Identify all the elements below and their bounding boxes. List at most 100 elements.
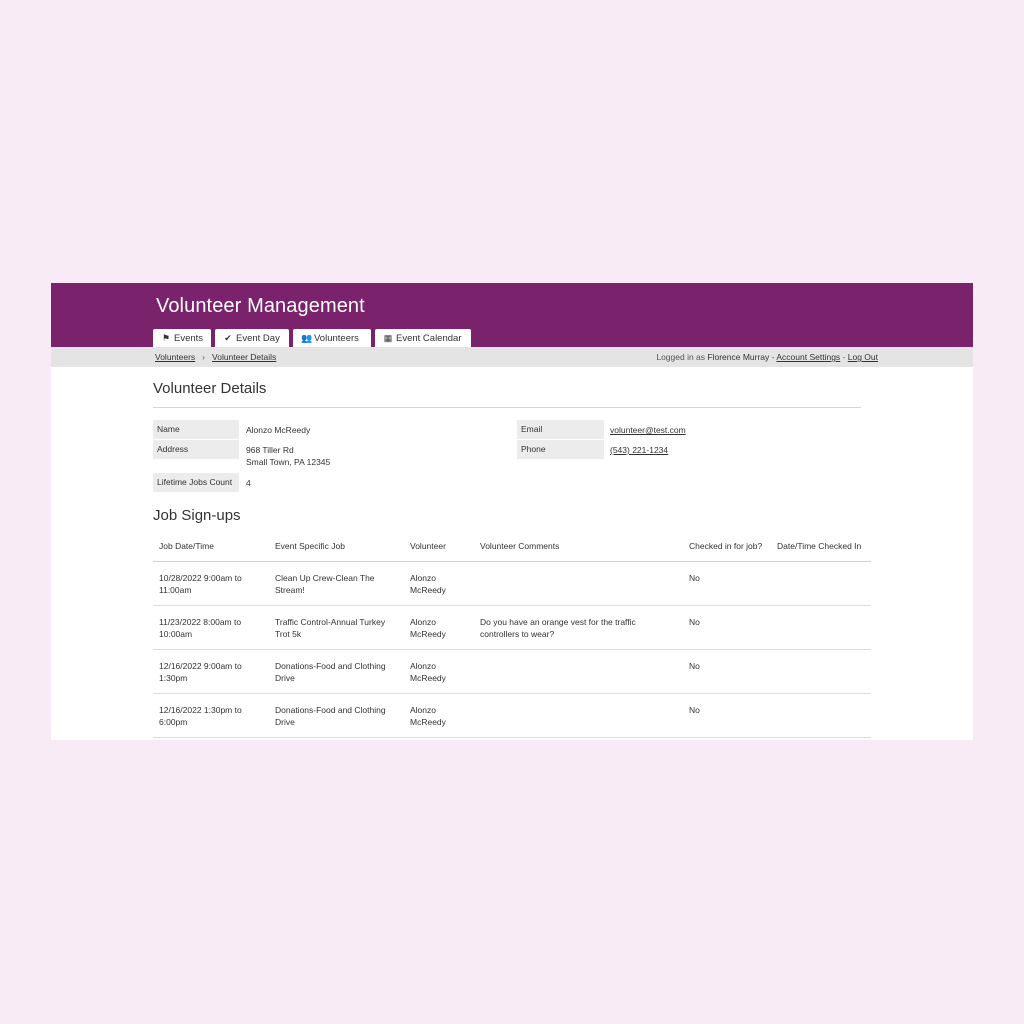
divider bbox=[153, 407, 861, 408]
cell-line: 10:00am bbox=[159, 629, 193, 639]
event-job-cell: Donations-Food and Clothing Drive bbox=[269, 649, 404, 694]
job-signups-table: Job Date/Time Event Specific Job Volunte… bbox=[153, 531, 871, 738]
cell-line: Trot 5k bbox=[275, 629, 302, 639]
email-value: volunteer@test.com bbox=[610, 424, 686, 436]
flag-icon: ⚑ bbox=[161, 333, 171, 343]
column-header[interactable]: Date/Time Checked In bbox=[771, 531, 871, 562]
cell-line: Alonzo bbox=[410, 705, 436, 715]
phone-label: Phone bbox=[517, 440, 604, 459]
column-header[interactable]: Checked in for job? bbox=[683, 531, 771, 562]
volunteer-cell: Alonzo McReedy bbox=[404, 649, 474, 694]
table-row: 11/23/2022 8:00am to 10:00am Traffic Cont… bbox=[153, 605, 871, 650]
cell-line: controllers to wear? bbox=[480, 629, 555, 639]
cell-line: Drive bbox=[275, 717, 295, 727]
column-header[interactable]: Job Date/Time bbox=[153, 531, 269, 562]
cell-line: Donations-Food and Clothing bbox=[275, 705, 386, 715]
cell-line: 11:00am bbox=[159, 585, 192, 595]
address-value: 968 Tiller Rd Small Town, PA 12345 bbox=[246, 444, 330, 468]
volunteer-cell: Alonzo McReedy bbox=[404, 693, 474, 738]
user-name: Florence Murray bbox=[707, 352, 770, 362]
breadcrumb: Volunteers › Volunteer Details bbox=[155, 352, 276, 362]
volunteer-details-heading: Volunteer Details bbox=[153, 380, 267, 397]
comments-cell bbox=[474, 649, 683, 694]
email-label: Email bbox=[517, 420, 604, 439]
checked-in-time-cell bbox=[771, 649, 871, 694]
tab-label: Events bbox=[174, 333, 204, 344]
cell-line: Alonzo bbox=[410, 617, 436, 627]
tab-events[interactable]: ⚑ Events bbox=[153, 329, 211, 347]
cell-line: McReedy bbox=[410, 673, 446, 683]
comments-cell: Do you have an orange vest for the traff… bbox=[474, 605, 683, 650]
app-title: Volunteer Management bbox=[156, 295, 365, 317]
cell-line: McReedy bbox=[410, 585, 446, 595]
address-line-2: Small Town, PA 12345 bbox=[246, 457, 331, 467]
job-datetime-cell: 10/28/2022 9:00am to 11:00am bbox=[153, 561, 269, 606]
tab-label: Event Calendar bbox=[396, 333, 462, 344]
cell-line: Do you have an orange vest for the traff… bbox=[480, 617, 636, 627]
comments-cell bbox=[474, 693, 683, 738]
tab-label: Event Day bbox=[236, 333, 280, 344]
account-settings-link[interactable]: Account Settings bbox=[776, 352, 840, 362]
cell-line: Traffic Control-Annual Turkey bbox=[275, 617, 386, 627]
tab-volunteers[interactable]: 👥 Volunteers bbox=[293, 329, 371, 347]
phone-value: (543) 221-1234 bbox=[610, 444, 668, 456]
cell-line: Donations-Food and Clothing bbox=[275, 661, 386, 671]
checked-in-cell: No bbox=[683, 561, 771, 606]
phone-link[interactable]: (543) 221-1234 bbox=[610, 445, 668, 455]
checked-in-cell: No bbox=[683, 605, 771, 650]
job-datetime-cell: 12/16/2022 9:00am to 1:30pm bbox=[153, 649, 269, 694]
email-link[interactable]: volunteer@test.com bbox=[610, 425, 686, 435]
event-job-cell: Clean Up Crew-Clean The Stream! bbox=[269, 561, 404, 606]
volunteer-cell: Alonzo McReedy bbox=[404, 561, 474, 606]
breadcrumb-separator-icon: › bbox=[202, 352, 206, 362]
cell-line: 6:00pm bbox=[159, 717, 188, 727]
comments-cell bbox=[474, 561, 683, 606]
table-row: 10/28/2022 9:00am to 11:00am Clean Up Cre… bbox=[153, 561, 871, 606]
event-job-cell: Traffic Control-Annual Turkey Trot 5k bbox=[269, 605, 404, 650]
event-job-cell: Donations-Food and Clothing Drive bbox=[269, 693, 404, 738]
job-datetime-cell: 11/23/2022 8:00am to 10:00am bbox=[153, 605, 269, 650]
cell-line: 12/16/2022 1:30pm to bbox=[159, 705, 242, 715]
table-row: 12/16/2022 9:00am to 1:30pm Donations-Foo… bbox=[153, 649, 871, 694]
cell-line: Stream! bbox=[275, 585, 305, 595]
tab-event-day[interactable]: ✔ Event Day bbox=[215, 329, 289, 347]
cell-line: McReedy bbox=[410, 629, 446, 639]
tab-event-calendar[interactable]: ▦ Event Calendar bbox=[375, 329, 471, 347]
log-out-link[interactable]: Log Out bbox=[848, 352, 878, 362]
logged-in-prefix: Logged in as bbox=[656, 352, 706, 362]
cell-line: Drive bbox=[275, 673, 295, 683]
users-icon: 👥 bbox=[301, 333, 313, 343]
job-datetime-cell: 12/16/2022 1:30pm to 6:00pm bbox=[153, 693, 269, 738]
address-line-1: 968 Tiller Rd bbox=[246, 445, 294, 455]
table-header-row: Job Date/Time Event Specific Job Volunte… bbox=[153, 531, 871, 562]
checked-in-time-cell bbox=[771, 561, 871, 606]
breadcrumb-volunteer-details-link[interactable]: Volunteer Details bbox=[212, 352, 276, 362]
cell-line: 10/28/2022 9:00am to bbox=[159, 573, 242, 583]
table-row: 12/16/2022 1:30pm to 6:00pm Donations-Foo… bbox=[153, 693, 871, 738]
column-header[interactable]: Volunteer Comments bbox=[474, 531, 683, 562]
column-header[interactable]: Volunteer bbox=[404, 531, 474, 562]
cell-line: 12/16/2022 9:00am to bbox=[159, 661, 242, 671]
app-window: Volunteer Management ⚑ Events ✔ Event Day … bbox=[51, 283, 973, 740]
lifetime-jobs-count-value: 4 bbox=[246, 478, 251, 488]
check-icon: ✔ bbox=[224, 333, 232, 343]
checked-in-time-cell bbox=[771, 693, 871, 738]
volunteer-cell: Alonzo McReedy bbox=[404, 605, 474, 650]
cell-line: Alonzo bbox=[410, 573, 436, 583]
checked-in-cell: No bbox=[683, 649, 771, 694]
calendar-icon: ▦ bbox=[383, 333, 393, 343]
cell-line: Alonzo bbox=[410, 661, 436, 671]
checked-in-time-cell bbox=[771, 605, 871, 650]
header-bar: Volunteer Management ⚑ Events ✔ Event Day … bbox=[51, 283, 973, 347]
sub-bar: Volunteers › Volunteer Details Logged in a… bbox=[51, 347, 973, 367]
tab-label: Volunteers bbox=[314, 333, 359, 344]
checked-in-cell: No bbox=[683, 693, 771, 738]
name-value: Alonzo McReedy bbox=[246, 425, 311, 435]
cell-line: 11/23/2022 8:00am to bbox=[159, 617, 242, 627]
column-header[interactable]: Event Specific Job bbox=[269, 531, 404, 562]
cell-line: McReedy bbox=[410, 717, 446, 727]
lifetime-jobs-count-label: Lifetime Jobs Count bbox=[153, 473, 239, 492]
breadcrumb-volunteers-link[interactable]: Volunteers bbox=[155, 352, 195, 362]
cell-line: Clean Up Crew-Clean The bbox=[275, 573, 375, 583]
cell-line: 1:30pm bbox=[159, 673, 188, 683]
